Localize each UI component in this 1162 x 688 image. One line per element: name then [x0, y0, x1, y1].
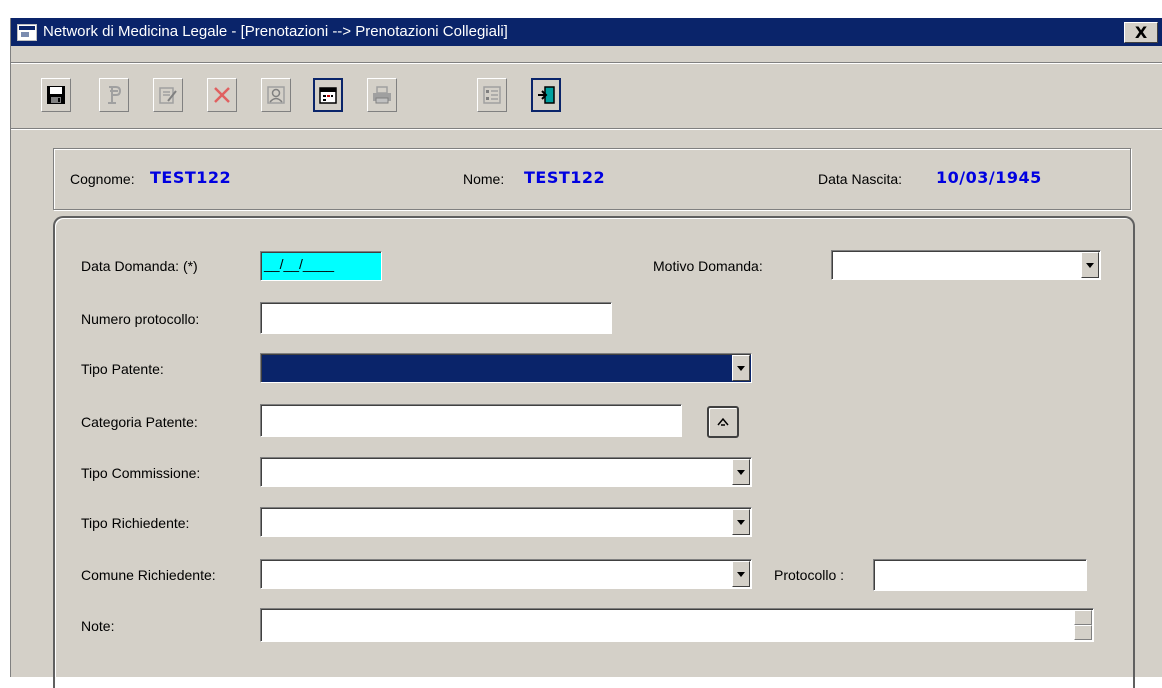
chevron-down-icon[interactable]	[732, 355, 750, 381]
chevron-down-icon[interactable]	[732, 459, 750, 485]
chevron-down-icon[interactable]	[732, 509, 750, 535]
note-scrollbar[interactable]	[1074, 610, 1092, 640]
nome-label: Nome:	[463, 171, 505, 187]
edit-button[interactable]	[153, 78, 183, 112]
booking-form-panel: Data Domanda: (*) __/__/____ Motivo Doma…	[53, 216, 1135, 688]
p-button[interactable]	[99, 78, 129, 112]
exit-button[interactable]	[531, 78, 561, 112]
motivo-domanda-select[interactable]	[831, 250, 1101, 280]
tipo-richiedente-select[interactable]	[260, 507, 752, 537]
numero-protocollo-label: Numero protocollo:	[81, 311, 200, 327]
categoria-lookup-button[interactable]	[707, 406, 739, 438]
protocollo-field[interactable]	[873, 559, 1087, 591]
cognome-value: TEST122	[150, 168, 232, 187]
p-letter-icon	[108, 86, 122, 104]
title-bar: Network di Medicina Legale - [Prenotazio…	[11, 18, 1162, 46]
person-card-icon	[267, 86, 285, 104]
protocollo-label: Protocollo :	[774, 567, 845, 583]
close-button[interactable]: X	[1124, 22, 1158, 43]
print-button[interactable]	[367, 78, 397, 112]
motivo-domanda-label: Motivo Domanda:	[653, 258, 763, 274]
nome-value: TEST122	[524, 168, 606, 187]
categoria-patente-field[interactable]	[260, 404, 682, 437]
data-nascita-value: 10/03/1945	[936, 168, 1042, 187]
scroll-up-arrow[interactable]	[1074, 610, 1092, 625]
scroll-down-arrow[interactable]	[1074, 625, 1092, 640]
note-textarea[interactable]	[260, 608, 1094, 642]
exit-door-icon	[538, 86, 555, 104]
data-domanda-label: Data Domanda: (*)	[81, 258, 198, 274]
list-button[interactable]	[477, 78, 507, 112]
data-domanda-field[interactable]: __/__/____	[260, 251, 382, 281]
tipo-commissione-select[interactable]	[260, 457, 752, 487]
delete-button[interactable]	[207, 78, 237, 112]
numero-protocollo-field[interactable]	[260, 302, 612, 334]
red-x-icon	[214, 87, 230, 103]
patient-header-panel: Cognome: TEST122 Nome: TEST122 Data Nasc…	[53, 148, 1131, 210]
save-button[interactable]	[41, 78, 71, 112]
lookup-icon	[717, 417, 729, 426]
tipo-patente-select[interactable]	[260, 353, 752, 383]
tipo-richiedente-label: Tipo Richiedente:	[81, 515, 190, 531]
data-nascita-label: Data Nascita:	[818, 171, 903, 187]
calendar-icon	[319, 87, 337, 104]
cognome-label: Cognome:	[70, 171, 135, 187]
tipo-patente-label: Tipo Patente:	[81, 361, 164, 377]
window-title: Network di Medicina Legale - [Prenotazio…	[43, 23, 508, 40]
note-label: Note:	[81, 618, 115, 634]
tipo-commissione-label: Tipo Commissione:	[81, 465, 201, 481]
floppy-disk-icon	[47, 86, 65, 104]
comune-richiedente-label: Comune Richiedente:	[81, 567, 216, 583]
categoria-patente-label: Categoria Patente:	[81, 414, 198, 430]
calendar-button[interactable]	[313, 78, 343, 112]
toolbar-bottom-divider	[11, 128, 1162, 130]
main-window: Network di Medicina Legale - [Prenotazio…	[10, 18, 1162, 688]
toolbar-top-divider	[11, 62, 1162, 64]
list-form-icon	[483, 86, 501, 104]
comune-richiedente-select[interactable]	[260, 559, 752, 589]
app-window-icon	[17, 24, 37, 41]
chevron-down-icon[interactable]	[732, 561, 750, 587]
edit-document-icon	[159, 87, 177, 104]
printer-icon	[373, 86, 391, 104]
person-button[interactable]	[261, 78, 291, 112]
chevron-down-icon[interactable]	[1081, 252, 1099, 278]
